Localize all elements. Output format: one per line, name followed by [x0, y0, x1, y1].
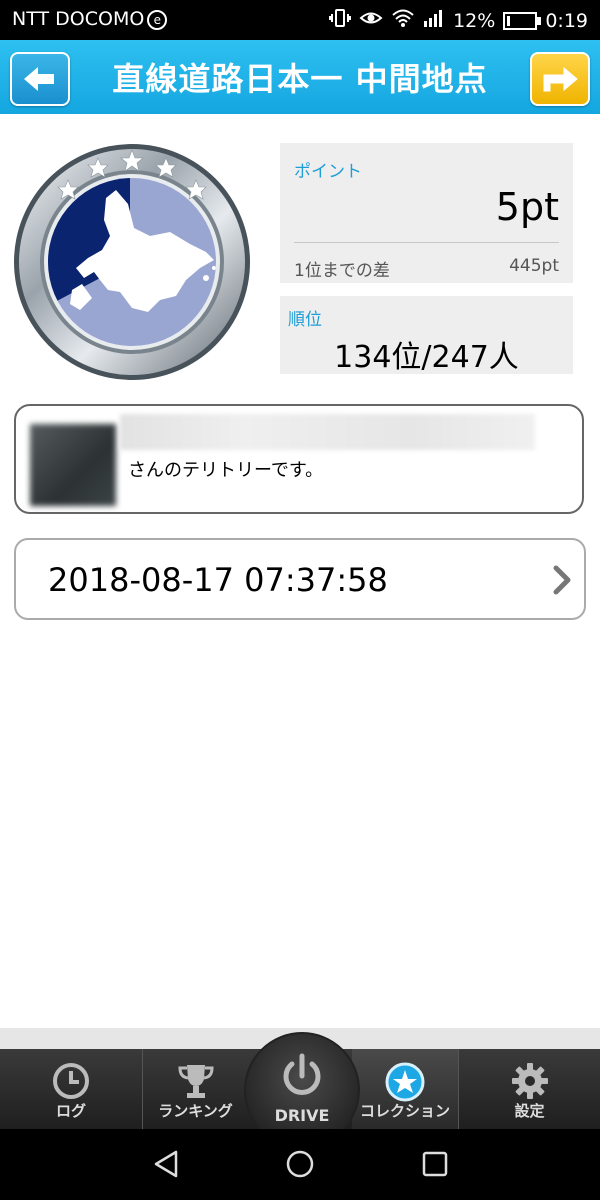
visit-timestamp: 2018-08-17 07:37:58 — [48, 561, 388, 599]
battery-percent: 12% — [453, 9, 496, 32]
back-button[interactable] — [10, 52, 70, 106]
rank-value: 134位/247人 — [334, 340, 519, 375]
gap-to-first-label: 1位までの差 — [294, 261, 390, 281]
chevron-right-icon — [553, 565, 571, 595]
nav-home-icon[interactable] — [285, 1149, 315, 1179]
points-value: 5pt — [495, 185, 559, 229]
drive-label: DRIVE — [274, 1106, 330, 1125]
points-card: ポイント 5pt 1位までの差 445pt — [280, 143, 573, 283]
visit-timestamp-row[interactable]: 2018-08-17 07:37:58 — [14, 538, 586, 620]
gap-to-first-value: 445pt — [509, 256, 559, 276]
nav-back-icon[interactable] — [152, 1149, 182, 1179]
tab-collection[interactable]: コレクション — [352, 1049, 458, 1129]
page-title: 直線道路日本一 中間地点 — [112, 60, 488, 98]
tab-collection-label: コレクション — [359, 1102, 450, 1120]
signal-icon — [423, 9, 445, 32]
tab-settings-label: 設定 — [514, 1102, 545, 1120]
arrow-left-icon — [24, 67, 54, 91]
points-divider — [294, 242, 559, 243]
vibrate-icon — [329, 8, 352, 33]
app-header: 直線道路日本一 中間地点 — [0, 40, 600, 114]
status-icons: 12% 0:19 — [329, 8, 588, 33]
points-label: ポイント — [294, 162, 362, 182]
battery-icon — [503, 11, 542, 30]
eye-icon — [359, 9, 383, 32]
nav-recents-icon[interactable] — [420, 1149, 450, 1179]
owner-avatar — [30, 424, 116, 506]
territory-medal — [10, 140, 254, 384]
carrier-label: NTT DOCOMO e — [12, 8, 168, 30]
system-nav-bar — [0, 1129, 600, 1200]
tab-log[interactable]: ログ — [0, 1049, 142, 1129]
tab-ranking[interactable]: ランキング — [143, 1049, 248, 1129]
share-button[interactable] — [530, 52, 590, 106]
clock-icon — [53, 1063, 89, 1099]
status-bar: NTT DOCOMO e 12% 0:19 — [0, 0, 600, 40]
share-arrow-icon — [543, 66, 578, 92]
star-icon — [385, 1062, 425, 1102]
gear-icon — [511, 1063, 548, 1099]
carrier-name: NTT DOCOMO — [12, 8, 145, 30]
wifi-icon — [391, 8, 415, 33]
tab-settings[interactable]: 設定 — [459, 1049, 600, 1129]
trophy-icon — [177, 1065, 214, 1098]
owner-name-redacted — [120, 414, 535, 450]
rank-card: 順位 134位/247人 — [280, 296, 573, 375]
rank-label: 順位 — [288, 310, 322, 330]
carrier-badge: e — [147, 10, 168, 30]
tab-log-label: ログ — [55, 1102, 86, 1120]
tab-ranking-label: ランキング — [158, 1102, 233, 1120]
territory-owner-card[interactable]: さんのテリトリーです。 — [14, 404, 584, 514]
power-icon — [283, 1053, 321, 1095]
territory-owner-text: さんのテリトリーです。 — [128, 460, 324, 481]
clock-time: 0:19 — [545, 9, 588, 32]
